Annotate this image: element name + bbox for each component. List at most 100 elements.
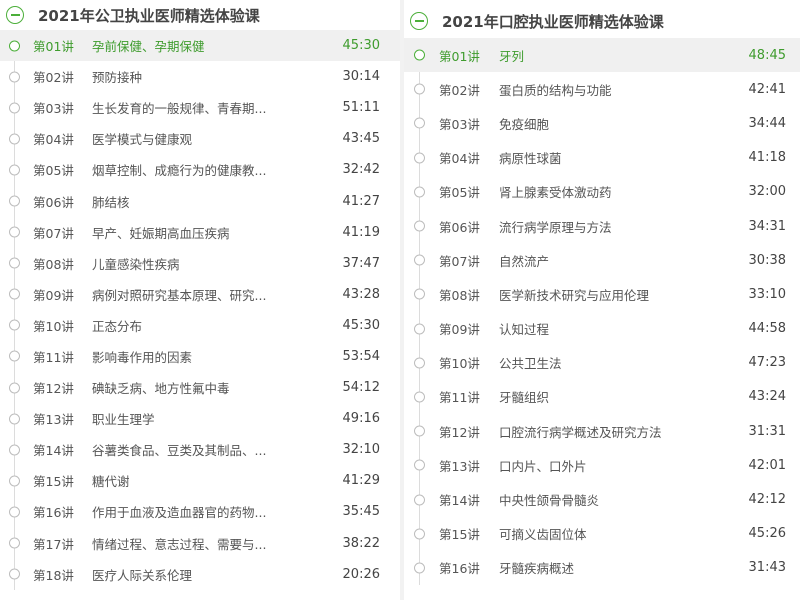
lecture-duration: 42:01 — [748, 457, 786, 473]
lecture-item[interactable]: 第05讲 肾上腺素受体激动药 32:00 — [404, 175, 800, 209]
lecture-duration: 31:43 — [748, 560, 786, 576]
timeline-node-icon — [9, 444, 20, 456]
lecture-item[interactable]: 第16讲 作用于血液及造血器官的药物... 35:45 — [0, 496, 400, 527]
lecture-duration: 41:29 — [342, 473, 380, 489]
lecture-number: 第01讲 — [439, 48, 480, 64]
lecture-duration: 43:45 — [342, 131, 380, 147]
lecture-number: 第08讲 — [33, 256, 74, 272]
timeline-node-icon — [9, 350, 20, 362]
lecture-item[interactable]: 第10讲 正态分布 45:30 — [0, 310, 400, 341]
lecture-list-dental: 第01讲 牙列 48:45 第02讲 蛋白质的结构与功能 42:41 第03讲 免疫细胞 34:… — [404, 38, 800, 585]
lecture-duration: 41:18 — [748, 150, 786, 166]
lecture-title: 医疗人际关系伦理 — [92, 567, 193, 583]
lecture-item[interactable]: 第12讲 碘缺乏病、地方性氟中毒 54:12 — [0, 372, 400, 403]
timeline-node-icon — [9, 164, 20, 176]
lecture-item[interactable]: 第15讲 可摘义齿固位体 45:26 — [404, 517, 800, 551]
lecture-title: 牙列 — [499, 48, 525, 64]
timeline-node-icon — [414, 562, 425, 574]
lecture-item[interactable]: 第04讲 病原性球菌 41:18 — [404, 141, 800, 175]
timeline-node-icon — [414, 391, 425, 403]
lecture-number: 第10讲 — [439, 356, 480, 372]
lecture-item[interactable]: 第05讲 烟草控制、成瘾行为的健康教... 32:42 — [0, 154, 400, 185]
lecture-item[interactable]: 第14讲 谷薯类食品、豆类及其制品、... 32:10 — [0, 434, 400, 465]
timeline-node-icon — [9, 195, 20, 207]
lecture-title: 认知过程 — [499, 322, 550, 338]
lecture-number: 第11讲 — [33, 349, 74, 365]
lecture-duration: 45:30 — [342, 317, 380, 333]
lecture-title: 牙髓组织 — [499, 390, 550, 406]
lecture-number: 第17讲 — [33, 536, 74, 552]
course-title: 2021年口腔执业医师精选体验课 — [442, 12, 664, 31]
timeline-node-icon — [9, 133, 20, 145]
lecture-title: 医学模式与健康观 — [92, 132, 193, 148]
course-header-dental[interactable]: 2021年口腔执业医师精选体验课 — [404, 4, 800, 38]
lecture-number: 第13讲 — [439, 458, 480, 474]
timeline-node-icon — [9, 537, 20, 549]
lecture-duration: 31:31 — [748, 423, 786, 439]
lecture-item[interactable]: 第11讲 牙髓组织 43:24 — [404, 380, 800, 414]
course-panel-dental: 2021年口腔执业医师精选体验课 第01讲 牙列 48:45 第02讲 蛋白质的结构与功… — [404, 4, 800, 600]
lecture-duration: 47:23 — [748, 355, 786, 371]
lecture-duration: 30:14 — [342, 69, 380, 85]
lecture-title: 口内片、口外片 — [499, 458, 587, 474]
lecture-title: 职业生理学 — [92, 412, 155, 428]
lecture-number: 第10讲 — [33, 318, 74, 334]
lecture-title: 可摘义齿固位体 — [499, 527, 587, 543]
lecture-item[interactable]: 第06讲 肺结核 41:27 — [0, 185, 400, 216]
lecture-number: 第04讲 — [33, 132, 74, 148]
lecture-item[interactable]: 第04讲 医学模式与健康观 43:45 — [0, 123, 400, 154]
timeline-node-icon — [414, 528, 425, 540]
lecture-item[interactable]: 第07讲 早产、妊娠期高血压疾病 41:19 — [0, 217, 400, 248]
lecture-item[interactable]: 第13讲 职业生理学 49:16 — [0, 403, 400, 434]
lecture-number: 第09讲 — [33, 287, 74, 303]
lecture-item[interactable]: 第06讲 流行病学原理与方法 34:31 — [404, 209, 800, 243]
lecture-item[interactable]: 第08讲 儿童感染性疾病 37:47 — [0, 248, 400, 279]
lecture-title: 预防接种 — [92, 70, 143, 86]
timeline-node-icon — [414, 152, 425, 164]
lecture-number: 第02讲 — [439, 82, 480, 98]
lecture-item[interactable]: 第03讲 生长发育的一般规律、青春期... 51:11 — [0, 92, 400, 123]
lecture-number: 第16讲 — [439, 561, 480, 577]
lecture-title: 病例对照研究基本原理、研究... — [92, 287, 267, 303]
lecture-title: 中央性颌骨骨髓炎 — [499, 493, 600, 509]
timeline-node-icon — [414, 49, 425, 61]
minus-circle-icon[interactable] — [410, 12, 428, 30]
lecture-item[interactable]: 第10讲 公共卫生法 47:23 — [404, 346, 800, 380]
lecture-duration: 51:11 — [342, 100, 380, 116]
lecture-duration: 48:45 — [748, 47, 786, 63]
timeline-node-icon — [9, 319, 20, 331]
lecture-number: 第03讲 — [439, 116, 480, 132]
minus-circle-icon[interactable] — [6, 6, 24, 24]
lecture-item[interactable]: 第14讲 中央性颌骨骨髓炎 42:12 — [404, 482, 800, 516]
lecture-item[interactable]: 第13讲 口内片、口外片 42:01 — [404, 448, 800, 482]
lecture-title: 自然流产 — [499, 253, 550, 269]
lecture-number: 第01讲 — [33, 39, 74, 55]
lecture-item[interactable]: 第02讲 预防接种 30:14 — [0, 61, 400, 92]
timeline-node-icon — [414, 186, 425, 198]
lecture-item[interactable]: 第03讲 免疫细胞 34:44 — [404, 106, 800, 140]
lecture-item[interactable]: 第08讲 医学新技术研究与应用伦理 33:10 — [404, 277, 800, 311]
lecture-item[interactable]: 第11讲 影响毒作用的因素 53:54 — [0, 341, 400, 372]
lecture-title: 免疫细胞 — [499, 116, 550, 132]
lecture-title: 医学新技术研究与应用伦理 — [499, 287, 650, 303]
lecture-item[interactable]: 第15讲 糖代谢 41:29 — [0, 465, 400, 496]
lecture-item[interactable]: 第09讲 病例对照研究基本原理、研究... 43:28 — [0, 279, 400, 310]
lecture-number: 第11讲 — [439, 390, 480, 406]
lecture-item[interactable]: 第02讲 蛋白质的结构与功能 42:41 — [404, 72, 800, 106]
lecture-duration: 34:44 — [748, 115, 786, 131]
lecture-duration: 30:38 — [748, 252, 786, 268]
lecture-item[interactable]: 第12讲 口腔流行病学概述及研究方法 31:31 — [404, 414, 800, 448]
lecture-item[interactable]: 第17讲 情绪过程、意志过程、需要与... 38:22 — [0, 528, 400, 559]
lecture-title: 病原性球菌 — [499, 151, 562, 167]
lecture-number: 第15讲 — [33, 474, 74, 490]
lecture-item[interactable]: 第07讲 自然流产 30:38 — [404, 243, 800, 277]
course-header-public-health[interactable]: 2021年公卫执业医师精选体验课 — [0, 0, 400, 30]
lecture-item[interactable]: 第09讲 认知过程 44:58 — [404, 312, 800, 346]
lecture-item[interactable]: 第16讲 牙髓疾病概述 31:43 — [404, 551, 800, 585]
lecture-title: 正态分布 — [92, 318, 143, 334]
lecture-duration: 38:22 — [342, 535, 380, 551]
lecture-item[interactable]: 第18讲 医疗人际关系伦理 20:26 — [0, 559, 400, 590]
lecture-item[interactable]: 第01讲 孕前保健、孕期保健 45:30 — [0, 30, 400, 62]
lecture-item[interactable]: 第01讲 牙列 48:45 — [404, 38, 800, 73]
lecture-number: 第07讲 — [439, 253, 480, 269]
